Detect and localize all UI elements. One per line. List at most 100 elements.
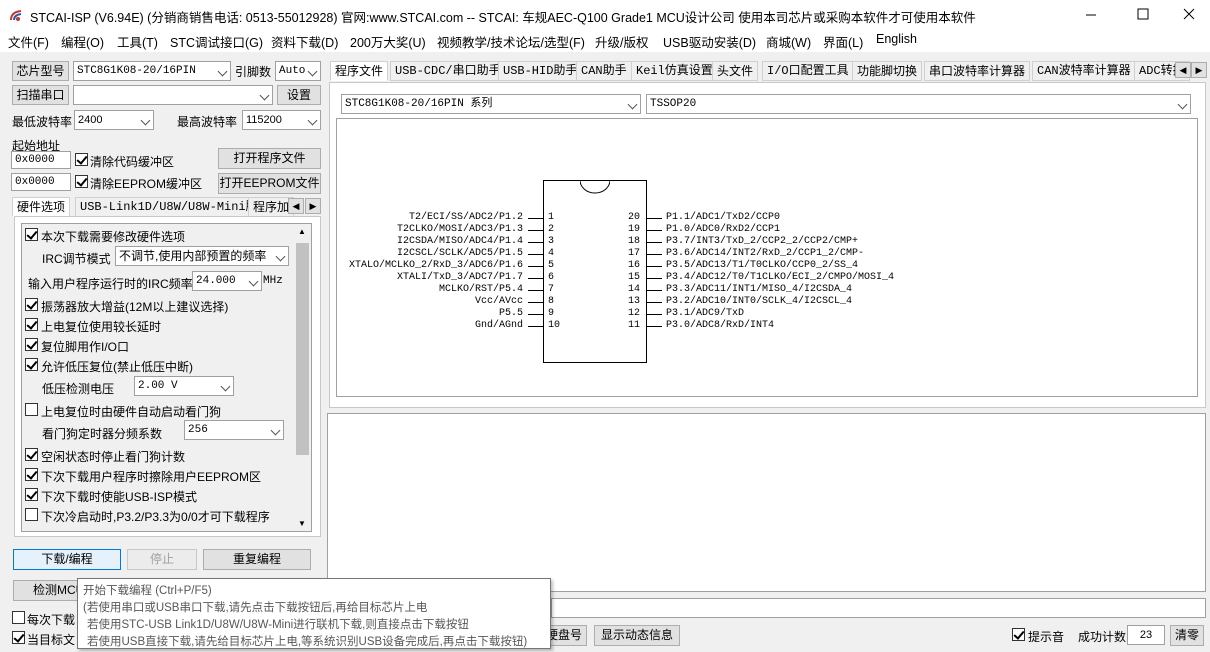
settings-button[interactable]: 设置	[277, 85, 321, 105]
erase-eeprom-checkbox[interactable]	[25, 468, 38, 481]
cold-start-p32-label: 下次冷启动时,P3.2/P3.3为0/0才可下载程序	[41, 510, 270, 524]
clear-eeprom-checkbox[interactable]	[75, 175, 88, 188]
options-scrollbar-thumb[interactable]	[296, 243, 309, 455]
tab-pin-switch[interactable]: 功能脚切换	[852, 61, 923, 81]
open-program-file-button[interactable]: 打开程序文件	[218, 148, 321, 169]
chip-model-select[interactable]: STC8G1K08-20/16PIN	[73, 61, 231, 81]
pin-lead	[647, 242, 662, 243]
tooltip-line: 若使用STC-USB Link1D/U8W/U8W-Mini进行联机下载,则直接…	[87, 619, 469, 631]
irc-unit-label: MHz	[263, 275, 283, 287]
minimize-icon[interactable]	[1085, 8, 1097, 20]
current-target-checkbox[interactable]	[12, 631, 25, 644]
enable-usb-isp-checkbox[interactable]	[25, 488, 38, 501]
pin-count-select[interactable]: Auto	[275, 61, 321, 81]
low-voltage-select[interactable]: 2.00 V	[134, 376, 234, 396]
watchdog-divider-select[interactable]: 256	[184, 420, 284, 440]
left-pin-name: T2/ECI/SS/ADC2/P1.2	[408, 212, 523, 223]
menu-interface[interactable]: 界面(L)	[823, 32, 863, 51]
close-icon[interactable]	[1183, 8, 1195, 20]
open-eeprom-file-button[interactable]: 打开EEPROM文件	[218, 173, 321, 194]
clear-count-button[interactable]: 清零	[1170, 625, 1204, 646]
port-select[interactable]	[73, 85, 273, 105]
maximize-icon[interactable]	[1137, 8, 1149, 20]
menu-upgrade[interactable]: 升级/版权	[595, 32, 648, 51]
scroll-down-icon[interactable]: ▼	[298, 519, 306, 528]
right-pin-number: 11	[628, 320, 641, 331]
tab-usb-link[interactable]: USB-Link1D/U8W/U8W-Mini脱机	[75, 197, 275, 217]
pin-lead	[647, 302, 662, 303]
cold-start-p32-checkbox[interactable]	[25, 508, 38, 521]
right-pin-name: P3.4/ADC12/T0/T1CLKO/ECI_2/CMPO/MOSI_4	[666, 272, 895, 283]
menu-prize[interactable]: 200万大奖(U)	[350, 32, 426, 51]
eeprom-address-input[interactable]: 0x0000	[11, 173, 71, 191]
long-reset-delay-checkbox[interactable]	[25, 318, 38, 331]
chip-type-button[interactable]: 芯片型号	[12, 61, 69, 81]
tab-uart-baud-calc[interactable]: 串口波特率计算器	[924, 61, 1031, 81]
tab-hardware-options[interactable]: 硬件选项	[12, 197, 71, 217]
stop-button[interactable]: 停止	[127, 549, 197, 570]
tab-program-file[interactable]: 程序文件	[330, 61, 389, 81]
scroll-up-icon[interactable]: ▲	[298, 227, 306, 236]
right-pin-number: 14	[628, 284, 641, 295]
reset-pin-io-checkbox[interactable]	[25, 338, 38, 351]
menu-video[interactable]: 视频教学/技术论坛/选型(F)	[437, 32, 585, 51]
osc-gain-checkbox[interactable]	[25, 298, 38, 311]
menu-tools[interactable]: 工具(T)	[117, 32, 158, 51]
reprogram-button[interactable]: 重复编程	[203, 549, 311, 570]
right-tab-scroll-left-button[interactable]: ◀	[1175, 62, 1191, 78]
detect-mcu-button[interactable]: 检测MCU	[13, 580, 83, 601]
prompt-sound-checkbox[interactable]	[1012, 628, 1025, 641]
idle-stop-watchdog-checkbox[interactable]	[25, 448, 38, 461]
left-pin-number: 4	[548, 248, 555, 259]
download-program-button[interactable]: 下载/编程	[13, 549, 121, 570]
left-pin-number: 1	[548, 212, 555, 223]
low-voltage-reset-checkbox[interactable]	[25, 358, 38, 371]
tab-keil-sim[interactable]: Keil仿真设置	[631, 61, 718, 81]
clear-code-checkbox[interactable]	[75, 153, 88, 166]
menu-english[interactable]: English	[876, 32, 917, 46]
modify-hw-options-checkbox[interactable]	[25, 228, 38, 241]
chip-series-select[interactable]: STC8G1K08-20/16PIN 系列	[341, 94, 641, 114]
tab-header-file[interactable]: 头文件	[712, 61, 759, 81]
pin-lead	[528, 326, 543, 327]
irc-mode-label: IRC调节模式	[42, 252, 111, 266]
menu-program[interactable]: 编程(O)	[61, 32, 104, 51]
chip-notch-icon	[580, 180, 610, 194]
dynamic-info-button[interactable]: 显示动态信息	[594, 625, 680, 646]
chevron-down-icon	[307, 66, 318, 77]
irc-frequency-input[interactable]: 24.000	[192, 271, 262, 291]
clear-eeprom-label: 清除EEPROM缓冲区	[90, 177, 203, 191]
pin-lead	[528, 230, 543, 231]
menu-file[interactable]: 文件(F)	[8, 32, 49, 51]
package-select[interactable]: TSSOP20	[646, 94, 1191, 114]
menu-debug[interactable]: STC调试接口(G)	[170, 32, 263, 51]
chevron-down-icon	[259, 90, 270, 101]
min-baud-select[interactable]: 2400	[74, 110, 154, 130]
tab-can-baud-calc[interactable]: CAN波特率计算器	[1032, 61, 1136, 81]
menu-docs[interactable]: 资料下载(D)	[271, 32, 338, 51]
scan-port-button[interactable]: 扫描串口	[12, 85, 69, 105]
irc-mode-select[interactable]: 不调节,使用内部预置的频率	[115, 246, 289, 266]
clear-code-label: 清除代码缓冲区	[90, 155, 175, 169]
tab-scroll-left-button[interactable]: ◀	[288, 198, 304, 214]
menu-store[interactable]: 商城(W)	[766, 32, 811, 51]
chevron-down-icon	[275, 251, 286, 262]
max-baud-select[interactable]: 115200	[242, 110, 321, 130]
pin-lead	[528, 278, 543, 279]
tab-usb-hid[interactable]: USB-HID助手	[498, 61, 583, 81]
tooltip-line: 若使用USB直接下载,请先给目标芯片上电,等系统识别USB设备完成后,再点击下载…	[87, 636, 528, 648]
tab-can-helper[interactable]: CAN助手	[576, 61, 632, 81]
tab-io-config[interactable]: I/O口配置工具	[762, 61, 854, 81]
right-tab-scroll-right-button[interactable]: ▶	[1191, 62, 1207, 78]
tab-usb-cdc[interactable]: USB-CDC/串口助手	[390, 61, 506, 81]
right-pin-name: P3.1/ADC9/TxD	[666, 308, 745, 319]
code-address-input[interactable]: 0x0000	[11, 151, 71, 169]
chevron-down-icon	[627, 99, 638, 110]
each-download-checkbox[interactable]	[12, 611, 25, 624]
auto-watchdog-checkbox[interactable]	[25, 403, 38, 416]
left-pin-name: I2CSDA/MISO/ADC4/P1.4	[396, 236, 523, 247]
menu-usb-driver[interactable]: USB驱动安装(D)	[663, 32, 756, 51]
right-pin-name: P3.3/ADC11/INT1/MISO_4/I2CSDA_4	[666, 284, 853, 295]
tab-scroll-right-button[interactable]: ▶	[305, 198, 321, 214]
right-tab-strip: 程序文件 USB-CDC/串口助手 USB-HID助手 CAN助手 Keil仿真…	[330, 61, 1190, 83]
